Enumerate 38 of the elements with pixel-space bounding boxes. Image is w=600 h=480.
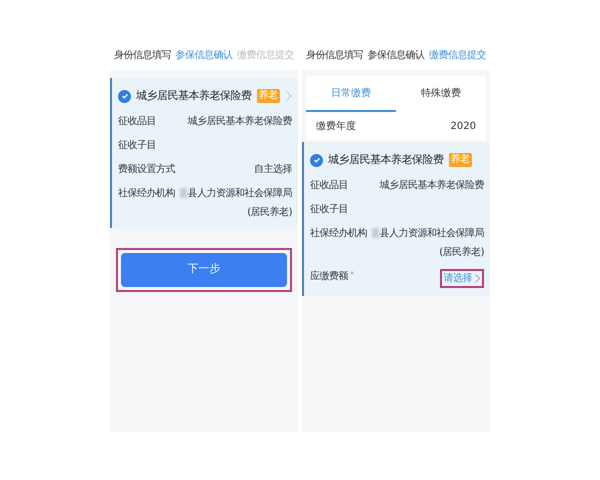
field-label: 征收品目 <box>310 178 348 192</box>
checkbox[interactable] <box>118 90 131 103</box>
field-label: 社保经办机构 <box>310 226 367 240</box>
next-button[interactable]: 下一步 <box>121 252 287 286</box>
field-value: (居民养老) <box>247 206 292 220</box>
step-label: 缴费信息提交 <box>237 48 294 62</box>
tag: 养老 <box>256 89 280 104</box>
step-label: 参保信息确认 <box>176 48 232 62</box>
card-title: 城乡居民基本养老保险费 <box>328 152 444 168</box>
field-value: (居民养老) <box>439 246 484 260</box>
step-label: 参保信息确认 <box>368 48 424 62</box>
field-label: 费额设置方式 <box>118 162 175 176</box>
field-value: 城乡居民基本养老保险费 <box>380 178 484 192</box>
field-label: 征收子目 <box>118 138 156 152</box>
select-picker[interactable]: 请选择 <box>440 268 484 288</box>
tab[interactable]: 特殊缴费 <box>396 76 486 112</box>
card-title: 城乡居民基本养老保险费 <box>136 88 252 104</box>
field-value: 2020 <box>450 120 476 134</box>
field-value: 县人力资源和社会保障局 <box>380 226 484 240</box>
step-label: 身份信息填写 <box>114 48 171 62</box>
field-value: 县人力资源和社会保障局 <box>188 186 292 200</box>
field-label: 征收品目 <box>118 114 156 128</box>
field-label: 社保经办机构 <box>118 186 175 200</box>
field-label: 应缴费额 <box>310 270 348 284</box>
step-label: 身份信息填写 <box>306 48 363 62</box>
field-label: 缴费年度 <box>316 120 356 134</box>
redaction-mark <box>180 188 186 198</box>
step-label: 缴费信息提交 <box>429 48 486 62</box>
checkmark-icon <box>120 92 128 100</box>
checkbox[interactable] <box>310 154 323 167</box>
chevron-icon <box>475 274 480 282</box>
checkmark-icon <box>312 156 320 164</box>
tag: 养老 <box>448 153 472 168</box>
required-mark: * <box>350 268 354 280</box>
redaction-mark <box>372 228 378 238</box>
field-value: 城乡居民基本养老保险费 <box>188 114 292 128</box>
field-value: 自主选择 <box>254 162 292 176</box>
field-label: 征收子目 <box>310 202 348 216</box>
